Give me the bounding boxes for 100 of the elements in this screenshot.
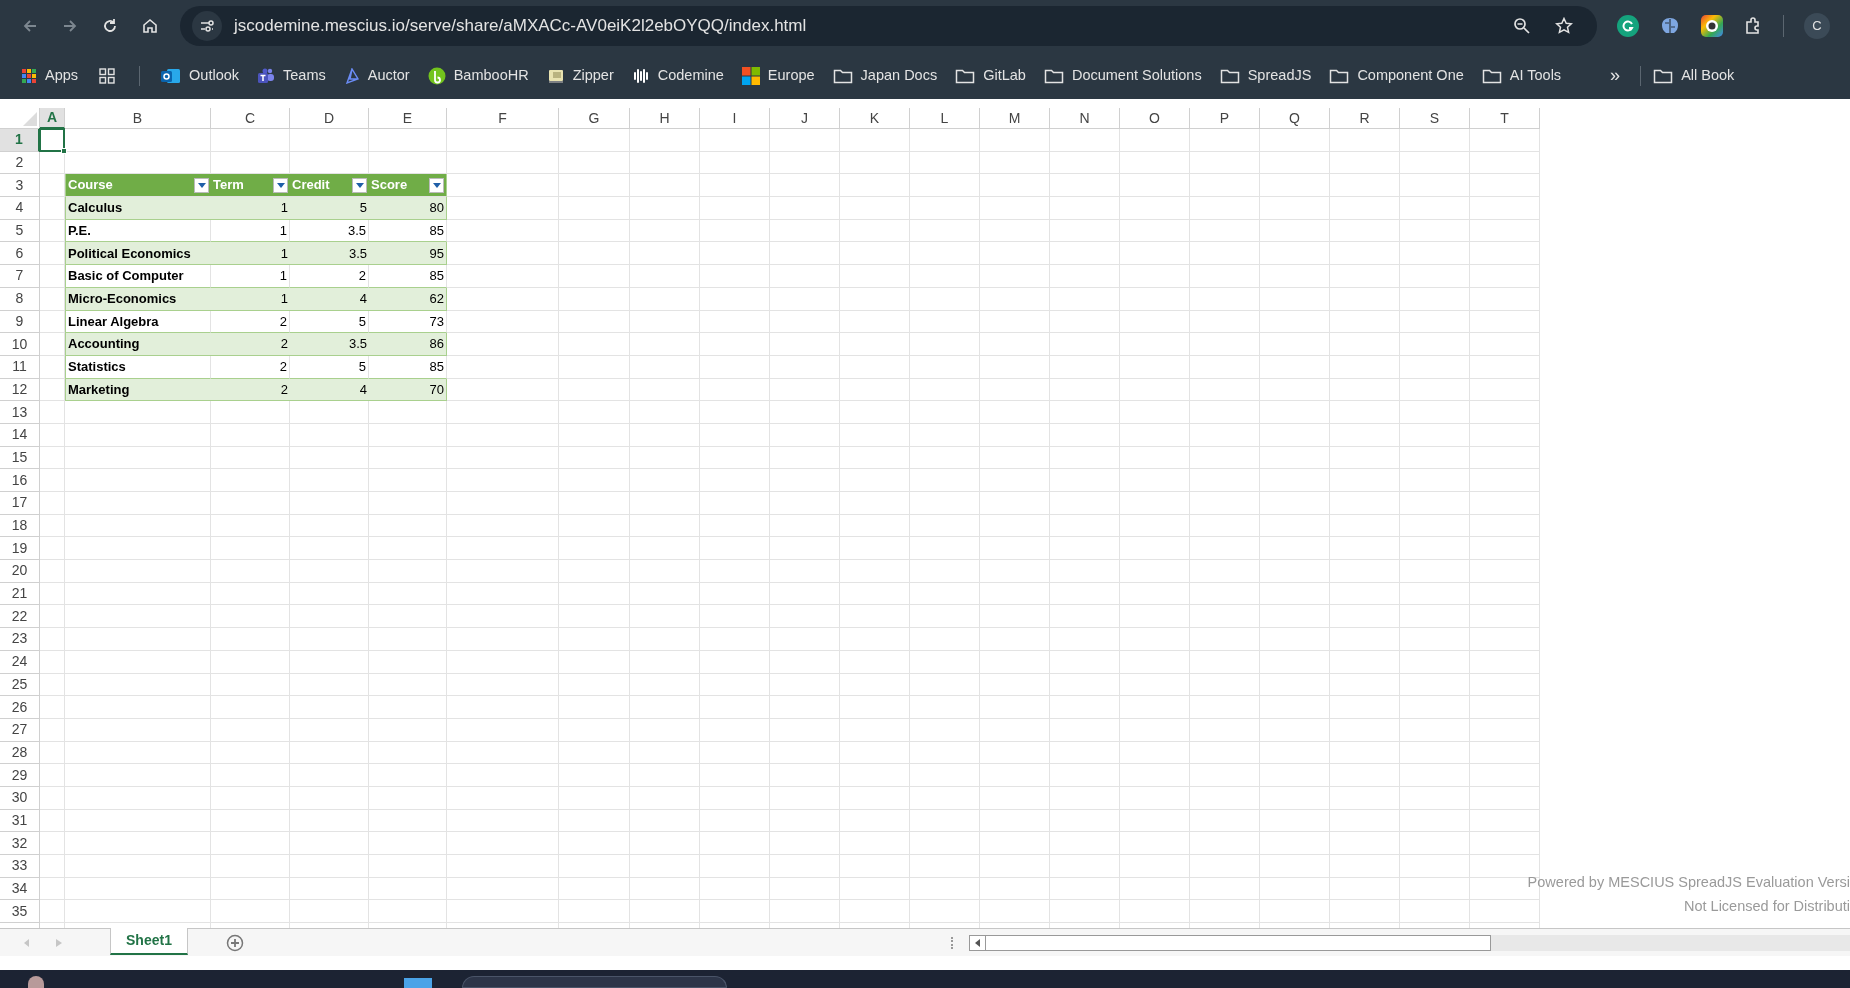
table-header: Score [371,176,408,195]
column-header[interactable]: B [65,108,211,129]
row-header[interactable]: 1 [0,129,40,152]
column-header[interactable]: G [559,108,630,129]
bookmark-link[interactable]: Teams [283,64,326,87]
row-header[interactable]: 26 [0,696,40,719]
profile-avatar[interactable]: C [1804,13,1830,39]
table-cell: 5 [290,197,369,220]
grammar-extension-icon[interactable] [1617,15,1639,37]
filter-button[interactable] [429,177,444,193]
caret-icon [197,182,206,188]
table-cell: 1 [211,242,290,266]
row-header[interactable]: 29 [0,764,40,787]
row-header[interactable]: 3 [0,174,40,198]
zoom-icon[interactable] [1513,17,1531,35]
bookmark-link[interactable]: Apps [45,64,79,87]
mail-app-icon [161,67,182,84]
row-header[interactable]: 2 [0,151,40,175]
site-settings-icon[interactable] [192,11,222,41]
filter-button[interactable] [352,177,367,193]
row-header[interactable]: 31 [0,809,40,833]
caret-icon [355,182,364,188]
column-header[interactable]: C [211,108,290,129]
column-header[interactable]: S [1400,108,1470,129]
column-header[interactable]: O [1120,108,1190,129]
row-header[interactable]: 13 [0,401,40,424]
row-header[interactable]: 7 [0,265,40,288]
filter-button[interactable] [273,177,288,193]
grid-icon[interactable] [99,67,116,84]
column-header[interactable]: D [290,108,369,129]
filter-button[interactable] [194,177,209,193]
splitter-handle[interactable] [951,936,953,949]
row-header[interactable]: 6 [0,242,40,266]
row-header[interactable]: 17 [0,492,40,515]
bookmark-link[interactable]: Europe [767,64,815,87]
row-header[interactable]: 5 [0,219,40,243]
row-header[interactable]: 14 [0,423,40,447]
column-header[interactable]: H [630,108,700,129]
row-header[interactable]: 21 [0,582,40,606]
bookmark-link[interactable]: Component One [1357,64,1464,87]
row-header[interactable]: 19 [0,537,40,561]
bookmark-link[interactable]: Japan Docs [860,64,938,87]
more-bookmarks-button[interactable]: » [1610,62,1621,89]
row-header[interactable]: 8 [0,287,40,311]
row-header[interactable]: 34 [0,877,40,901]
row-header[interactable]: 16 [0,469,40,492]
bookmark-link[interactable]: All Book [1681,64,1735,87]
row-header[interactable]: 4 [0,197,40,220]
column-header[interactable]: T [1470,108,1540,129]
brain-extension-icon[interactable] [1659,16,1681,36]
row-header[interactable]: 23 [0,628,40,651]
bookmark-link[interactable]: Zipper [572,64,614,87]
horizontal-scrollbar[interactable] [969,934,1850,951]
row-header[interactable]: 11 [0,355,40,379]
bookmark-link[interactable]: BambooHR [453,64,529,87]
column-header[interactable]: E [369,108,447,129]
row-header[interactable]: 10 [0,333,40,356]
row-header[interactable]: 32 [0,832,40,855]
column-header[interactable]: J [770,108,840,129]
row-header[interactable]: 35 [0,900,40,924]
camera-extension-icon[interactable] [1701,15,1723,37]
row-header[interactable]: 30 [0,786,40,810]
column-header[interactable]: Q [1260,108,1330,129]
row-header[interactable]: 9 [0,310,40,334]
column-header[interactable]: K [840,108,910,129]
sheet-tab[interactable]: Sheet1 [110,928,188,955]
table-cell: Micro-Economics [65,287,211,311]
row-header[interactable]: 20 [0,560,40,583]
row-header[interactable]: 28 [0,741,40,765]
row-header[interactable]: 18 [0,514,40,538]
round-logo-icon [427,66,446,85]
active-cell[interactable] [39,128,65,152]
bookmark-link[interactable]: Outlook [189,64,240,87]
column-header[interactable]: P [1190,108,1260,129]
bookmark-link[interactable]: Codemine [657,64,724,87]
bookmark-link[interactable]: GitLab [983,64,1026,87]
add-sheet-icon[interactable] [226,933,244,952]
row-header[interactable]: 27 [0,718,40,742]
column-header[interactable]: I [700,108,770,129]
column-header[interactable]: R [1330,108,1400,129]
address-bar[interactable]: jscodemine.mescius.io/serve/share/aMXACc-AV0eiK2l2ebOYQQ/index.html [180,6,1597,46]
column-header[interactable]: M [980,108,1050,129]
bookmark-link[interactable]: Auctor [367,64,410,87]
column-header[interactable]: L [910,108,980,129]
row-header[interactable]: 24 [0,650,40,674]
column-header[interactable]: A [40,108,65,129]
column-header[interactable]: N [1050,108,1120,129]
bookmark-link[interactable]: SpreadJS [1247,64,1312,87]
bookmark-link[interactable]: Document Solutions [1071,64,1202,87]
bookmark-link[interactable]: AI Tools [1509,64,1562,87]
row-header[interactable]: 33 [0,855,40,878]
row-header[interactable]: 25 [0,673,40,697]
table-cell: 80 [369,197,447,220]
folder-icon [1481,67,1502,84]
scrollbar-thumb[interactable] [969,934,1491,951]
row-header[interactable]: 15 [0,446,40,470]
row-header[interactable]: 22 [0,605,40,629]
star-icon[interactable] [1555,17,1573,35]
row-header[interactable]: 12 [0,378,40,402]
column-header[interactable]: F [447,108,559,129]
